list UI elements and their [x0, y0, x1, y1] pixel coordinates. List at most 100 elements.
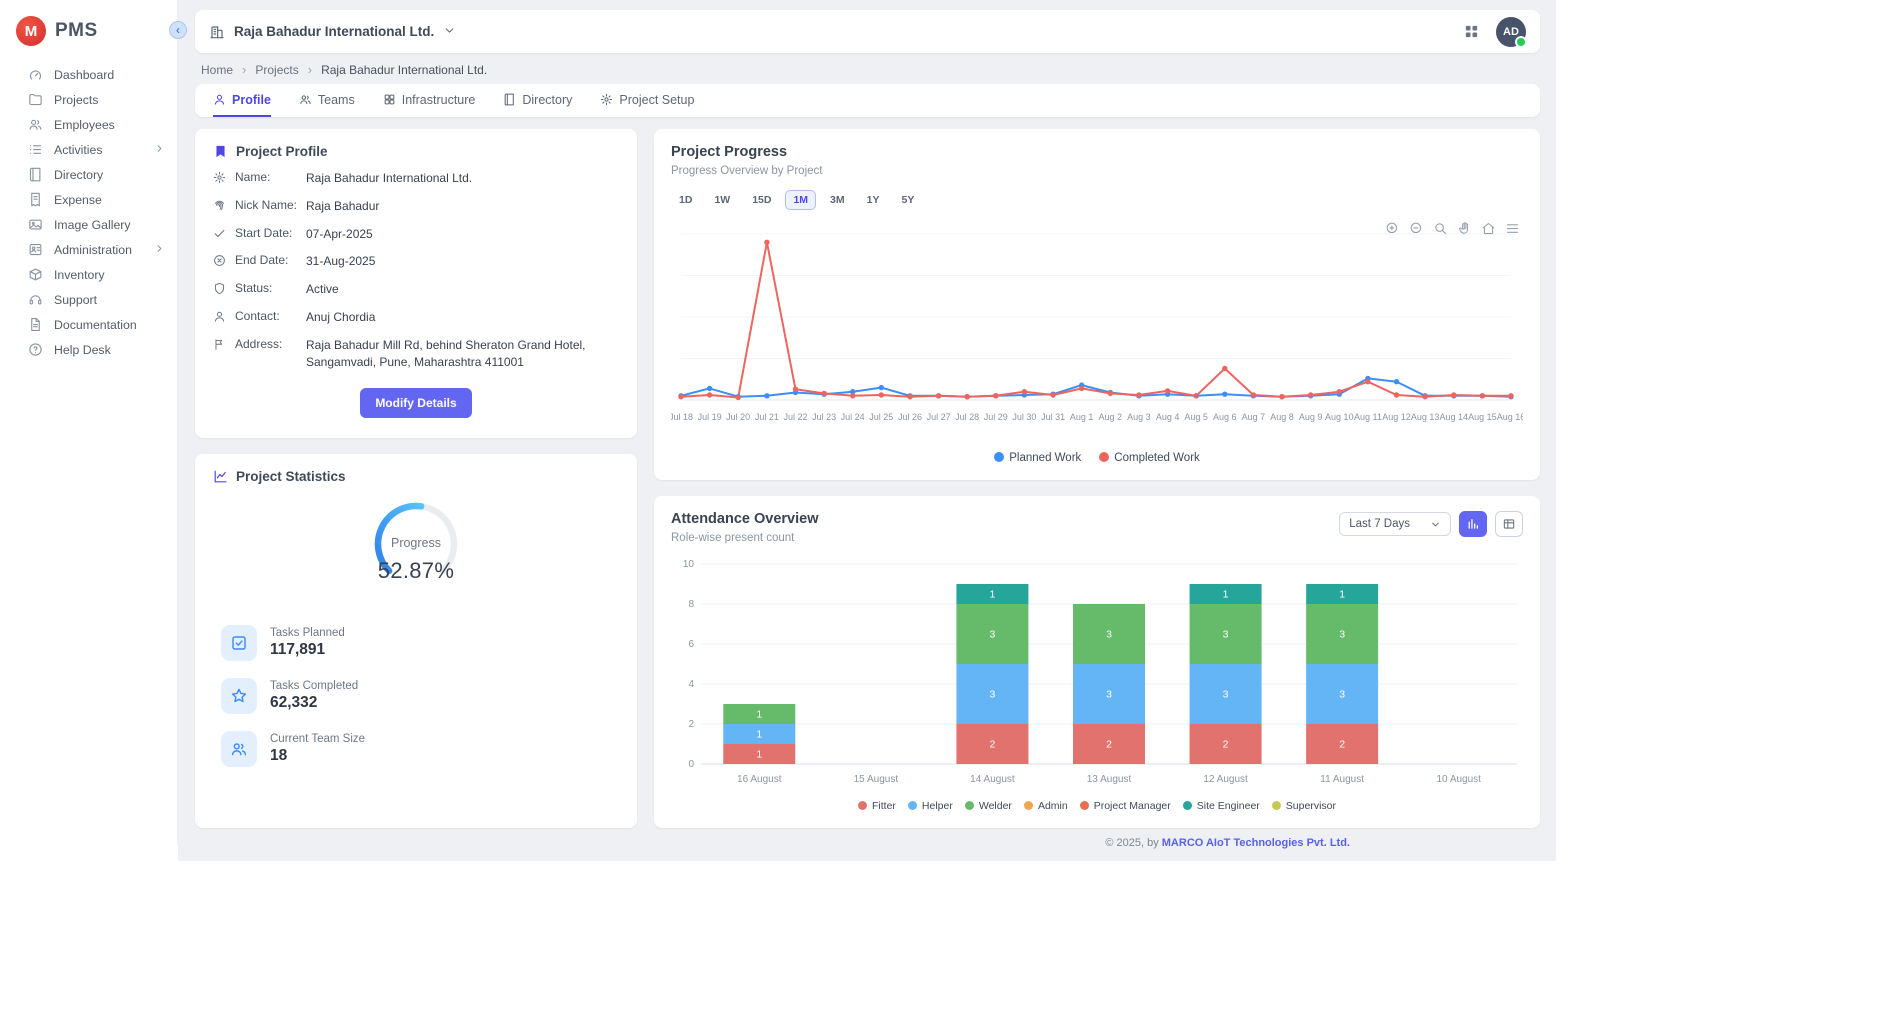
- attendance-stacked-bar-chart[interactable]: 024681011116 August15 August233114 Augus…: [671, 554, 1523, 798]
- svg-text:Jul 31: Jul 31: [1041, 412, 1065, 422]
- field-value: 31-Aug-2025: [306, 253, 375, 270]
- legend-dot: [1080, 801, 1089, 810]
- legend-item[interactable]: Site Engineer: [1183, 800, 1260, 812]
- sidebar-item-employees[interactable]: Employees: [0, 112, 177, 137]
- tab-directory[interactable]: Directory: [503, 84, 572, 117]
- svg-text:12 August: 12 August: [1203, 774, 1248, 785]
- sidebar-item-expense[interactable]: Expense: [0, 187, 177, 212]
- field-value: 07-Apr-2025: [306, 226, 373, 243]
- avatar-initials: AD: [1503, 26, 1519, 38]
- tab-teams[interactable]: Teams: [299, 84, 355, 117]
- legend-item[interactable]: Welder: [965, 800, 1012, 812]
- sidebar-item-documentation[interactable]: Documentation: [0, 312, 177, 337]
- breadcrumb-projects[interactable]: Projects: [255, 63, 298, 77]
- range-1y[interactable]: 1Y: [859, 190, 888, 210]
- legend-item[interactable]: Planned Work: [994, 452, 1081, 464]
- person-icon: [213, 93, 226, 106]
- sidebar-item-image-gallery[interactable]: Image Gallery: [0, 212, 177, 237]
- help-icon: [28, 342, 43, 357]
- pan-icon[interactable]: [1457, 221, 1472, 236]
- apps-grid-icon[interactable]: [1463, 23, 1480, 40]
- field-label: Nick Name:: [235, 198, 297, 212]
- sidebar-item-activities[interactable]: Activities: [0, 137, 177, 162]
- legend-item[interactable]: Supervisor: [1272, 800, 1336, 812]
- attendance-header: Attendance Overview Role-wise present co…: [671, 511, 1523, 544]
- svg-text:Aug 5: Aug 5: [1184, 412, 1208, 422]
- sidebar-item-label: Help Desk: [54, 343, 111, 357]
- legend-item[interactable]: Fitter: [858, 800, 896, 812]
- right-column: Project Progress Progress Overview by Pr…: [654, 129, 1540, 828]
- progress-gauge: Progress 52.87%: [213, 500, 619, 608]
- range-5y[interactable]: 5Y: [893, 190, 922, 210]
- bookmark-icon: [213, 144, 228, 159]
- tab-project-setup[interactable]: Project Setup: [600, 84, 694, 117]
- svg-text:14 August: 14 August: [970, 774, 1015, 785]
- svg-text:3: 3: [1339, 689, 1345, 701]
- book-icon: [28, 167, 43, 182]
- svg-text:Jul 30: Jul 30: [1012, 412, 1036, 422]
- sidebar-collapse-button[interactable]: ‹: [169, 21, 187, 39]
- svg-text:8: 8: [688, 599, 694, 610]
- home-icon[interactable]: [1481, 221, 1496, 236]
- field-status: Status: Active: [213, 281, 619, 298]
- field-label: Contact:: [235, 309, 297, 323]
- sidebar-item-help-desk[interactable]: Help Desk: [0, 337, 177, 362]
- footer-company-link[interactable]: MARCO AIoT Technologies Pvt. Ltd.: [1162, 837, 1350, 849]
- svg-text:Jul 25: Jul 25: [869, 412, 893, 422]
- field-label: Start Date:: [235, 226, 297, 240]
- field-start-date: Start Date: 07-Apr-2025: [213, 226, 619, 243]
- tab-infrastructure[interactable]: Infrastructure: [383, 84, 476, 117]
- project-progress-line-chart[interactable]: Jul 18Jul 19Jul 20Jul 21Jul 22Jul 23Jul …: [671, 214, 1523, 450]
- tab-profile[interactable]: Profile: [213, 84, 271, 117]
- logo[interactable]: M PMS: [0, 12, 177, 62]
- bar-chart-view-button[interactable]: [1459, 511, 1487, 537]
- table-view-button[interactable]: [1495, 511, 1523, 537]
- range-1m[interactable]: 1M: [785, 190, 816, 210]
- x-circle-icon: [213, 254, 226, 267]
- users-icon: [221, 731, 257, 767]
- svg-text:Jul 26: Jul 26: [898, 412, 922, 422]
- legend-dot: [1183, 801, 1192, 810]
- sidebar-item-label: Documentation: [54, 318, 137, 332]
- project-switcher[interactable]: Raja Bahadur International Ltd.: [209, 24, 456, 40]
- range-1w[interactable]: 1W: [706, 190, 738, 210]
- field-name: Name: Raja Bahadur International Ltd.: [213, 170, 619, 187]
- zoom-out-icon[interactable]: [1409, 221, 1424, 236]
- sidebar-item-inventory[interactable]: Inventory: [0, 262, 177, 287]
- sidebar-item-label: Support: [54, 293, 97, 307]
- person-icon: [213, 310, 226, 323]
- svg-text:1: 1: [756, 709, 762, 721]
- menu-icon[interactable]: [1505, 221, 1520, 236]
- breadcrumb-home[interactable]: Home: [201, 63, 233, 77]
- legend-item[interactable]: Helper: [908, 800, 953, 812]
- legend-item[interactable]: Project Manager: [1080, 800, 1171, 812]
- sidebar-item-support[interactable]: Support: [0, 287, 177, 312]
- sidebar-item-dashboard[interactable]: Dashboard: [0, 62, 177, 87]
- date-range-select[interactable]: Last 7 Days: [1339, 512, 1451, 536]
- sidebar-item-label: Employees: [54, 118, 115, 132]
- modify-details-button[interactable]: Modify Details: [360, 388, 471, 418]
- svg-text:10 August: 10 August: [1436, 774, 1481, 785]
- app-root: M PMS Dashboard Projects Employees Activ…: [0, 0, 1556, 845]
- svg-text:Jul 18: Jul 18: [671, 412, 693, 422]
- selection-zoom-icon[interactable]: [1433, 221, 1448, 236]
- legend-item[interactable]: Completed Work: [1099, 452, 1199, 464]
- field-end-date: End Date: 31-Aug-2025: [213, 253, 619, 270]
- field-label: Name:: [235, 170, 297, 184]
- svg-text:Aug 13: Aug 13: [1411, 412, 1440, 422]
- range-selector: 1D 1W 15D 1M 3M 1Y 5Y: [671, 190, 1523, 210]
- sidebar-item-administration[interactable]: Administration: [0, 237, 177, 262]
- range-3m[interactable]: 3M: [822, 190, 853, 210]
- zoom-in-icon[interactable]: [1385, 221, 1400, 236]
- sidebar-item-projects[interactable]: Projects: [0, 87, 177, 112]
- legend-item[interactable]: Admin: [1024, 800, 1068, 812]
- user-avatar[interactable]: AD: [1496, 17, 1526, 47]
- line-chart-legend: Planned Work Completed Work: [671, 450, 1523, 472]
- sidebar-item-directory[interactable]: Directory: [0, 162, 177, 187]
- svg-text:2: 2: [688, 719, 694, 730]
- image-icon: [28, 217, 43, 232]
- tab-label: Project Setup: [619, 93, 694, 107]
- range-1d[interactable]: 1D: [671, 190, 700, 210]
- range-15d[interactable]: 15D: [744, 190, 779, 210]
- progress-card-title: Project Progress: [671, 144, 1523, 160]
